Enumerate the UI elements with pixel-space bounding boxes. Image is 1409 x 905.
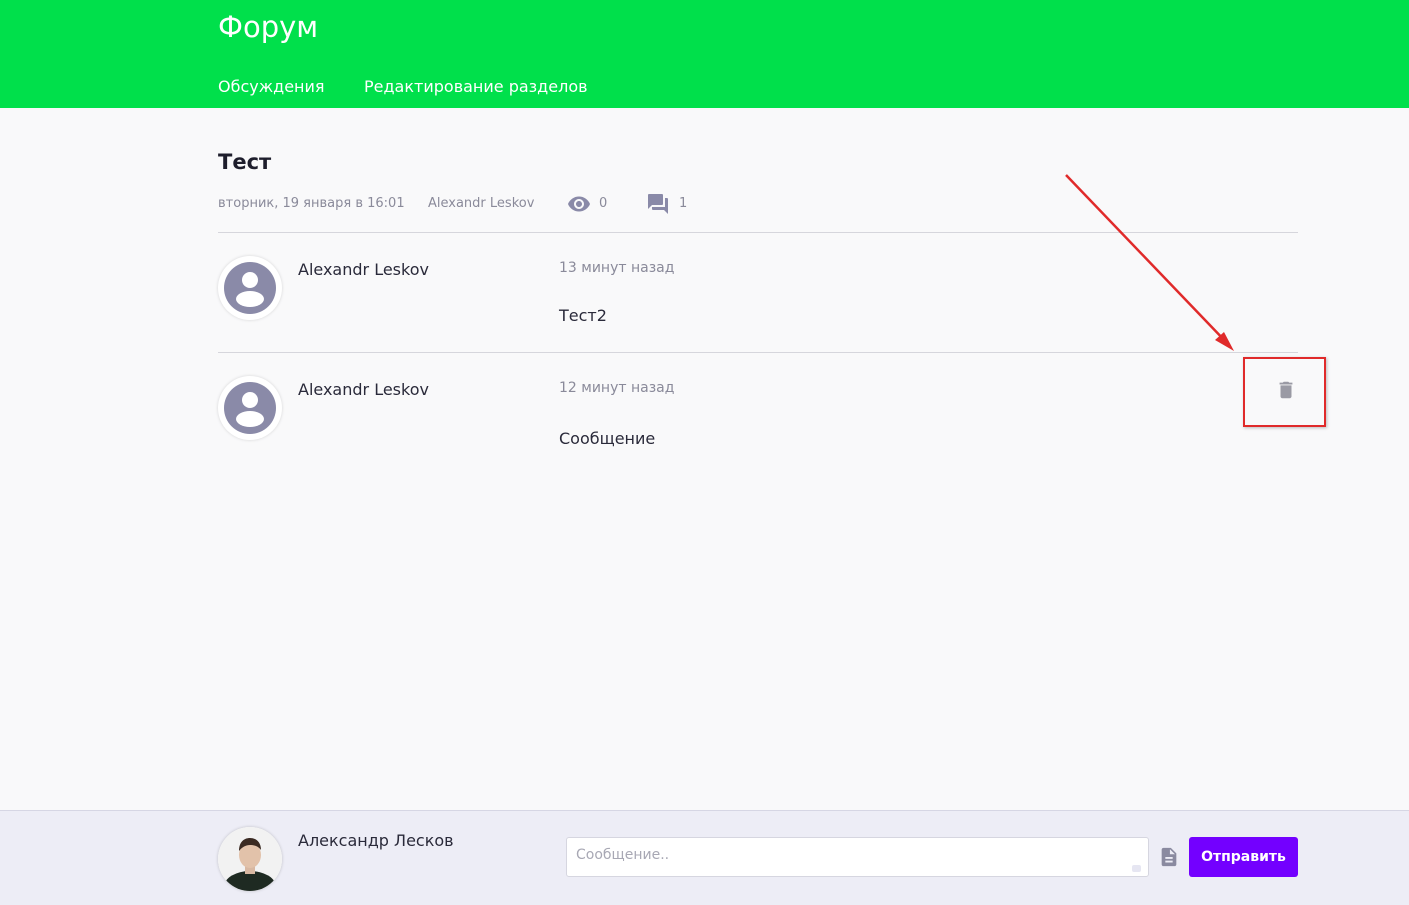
post-time: 12 минут назад bbox=[559, 380, 675, 396]
nav-discussions[interactable]: Обсуждения bbox=[218, 77, 325, 96]
post-text: Сообщение bbox=[559, 429, 656, 448]
nav-edit-sections[interactable]: Редактирование разделов bbox=[364, 77, 588, 96]
comments-count: 1 bbox=[679, 196, 688, 211]
user-photo-icon bbox=[218, 827, 282, 891]
send-button[interactable]: Отправить bbox=[1189, 837, 1298, 877]
topic-author: Alexandr Leskov bbox=[428, 196, 535, 211]
file-icon[interactable] bbox=[1158, 845, 1180, 869]
app-header: Форум Обсуждения Редактирование разделов bbox=[0, 0, 1409, 108]
textarea-resize-handle[interactable] bbox=[1132, 865, 1141, 872]
avatar bbox=[218, 376, 282, 440]
views-count: 0 bbox=[599, 196, 608, 211]
post-time: 13 минут назад bbox=[559, 260, 675, 276]
post-author: Alexandr Leskov bbox=[298, 380, 429, 399]
current-user-name: Александр Лесков bbox=[298, 831, 454, 850]
current-user-avatar bbox=[218, 827, 282, 891]
user-avatar-icon bbox=[224, 382, 276, 434]
chat-icon bbox=[648, 194, 668, 214]
post-text: Тест2 bbox=[559, 306, 607, 325]
post-author: Alexandr Leskov bbox=[298, 260, 429, 279]
message-input[interactable] bbox=[566, 837, 1149, 877]
annotation-highlight-box bbox=[1243, 357, 1326, 427]
user-avatar-icon bbox=[224, 262, 276, 314]
post-item: Alexandr Leskov 12 минут назад Сообщение bbox=[218, 353, 1298, 473]
topic-date: вторник, 19 января в 16:01 bbox=[218, 196, 405, 211]
composer-bar: Александр Лесков Отправить bbox=[0, 810, 1409, 905]
app-title: Форум bbox=[218, 10, 319, 44]
eye-icon bbox=[568, 196, 590, 212]
post-item: Alexandr Leskov 13 минут назад Тест2 bbox=[218, 233, 1298, 353]
avatar bbox=[218, 256, 282, 320]
topic-title: Тест bbox=[218, 150, 272, 174]
